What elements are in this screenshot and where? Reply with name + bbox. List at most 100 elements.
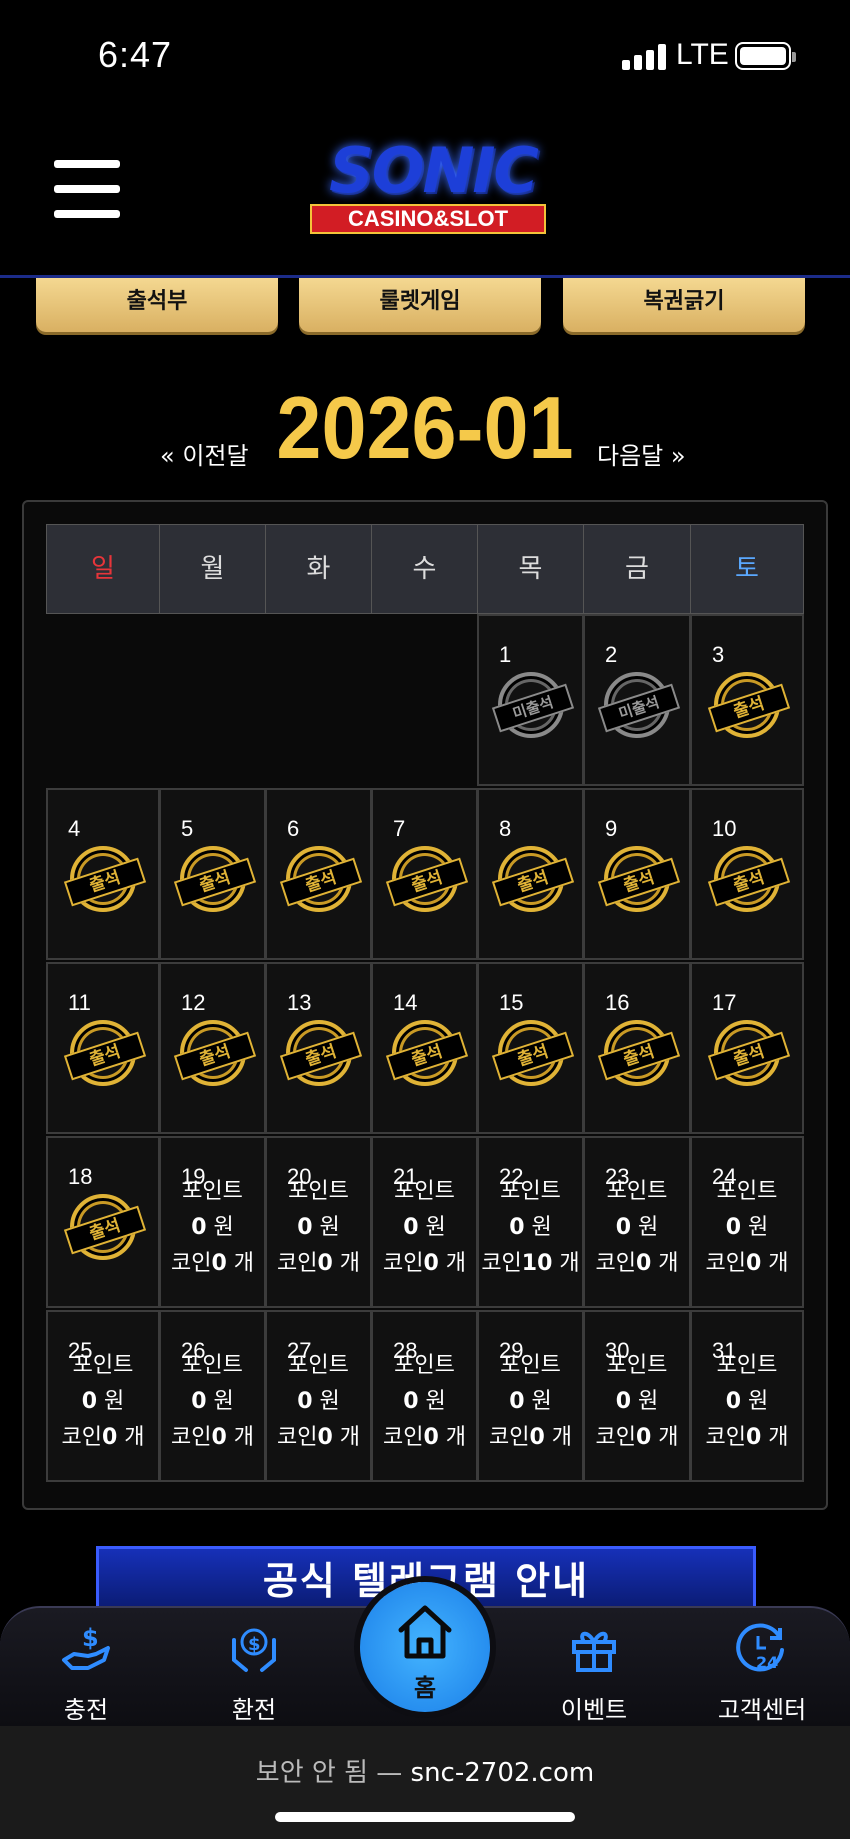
coin-label: 코인 bbox=[170, 1251, 212, 1276]
nav-support[interactable]: 24 고객센터 bbox=[702, 1620, 822, 1725]
coin-line: 코인10 개 bbox=[479, 1246, 582, 1282]
calendar-day-cell[interactable]: 5 출석 bbox=[159, 788, 266, 960]
home-indicator[interactable] bbox=[275, 1812, 575, 1822]
prev-month-link[interactable]: « 이전달 bbox=[160, 436, 249, 471]
calendar-day-cell[interactable]: 22 포인트 0 원 코인10 개 bbox=[477, 1136, 584, 1308]
point-label: 포인트 bbox=[182, 1179, 243, 1204]
calendar-day-cell[interactable]: 27 포인트 0 원 코인0 개 bbox=[265, 1310, 372, 1482]
insecure-label: 보안 안 됨 — bbox=[255, 1758, 403, 1788]
attendance-stamp-icon: 출석 bbox=[491, 1020, 574, 1086]
nav-event[interactable]: 이벤트 bbox=[534, 1620, 654, 1725]
day-number: 6 bbox=[287, 816, 300, 841]
weekday-header: 금 bbox=[583, 524, 691, 614]
calendar-day-cell[interactable]: 26 포인트 0 원 코인0 개 bbox=[159, 1310, 266, 1482]
coin-label: 코인 bbox=[382, 1425, 424, 1450]
reward-info: 포인트 0 원 코인0 개 bbox=[267, 1348, 370, 1456]
day-number: 13 bbox=[287, 990, 312, 1015]
calendar-day-cell[interactable]: 4 출석 bbox=[46, 788, 160, 960]
coin-label: 코인 bbox=[61, 1425, 102, 1450]
point-label: 포인트 bbox=[500, 1179, 561, 1204]
point-value-line: 0 원 bbox=[373, 1384, 476, 1420]
count-unit: 개 bbox=[233, 1425, 255, 1450]
attendance-stamp-icon: 출석 bbox=[279, 846, 362, 912]
won-unit: 원 bbox=[104, 1389, 125, 1414]
coin-line: 코인0 개 bbox=[161, 1246, 264, 1282]
calendar-day-cell[interactable]: 14 출석 bbox=[371, 962, 478, 1134]
calendar-day-cell[interactable]: 24 포인트 0 원 코인0 개 bbox=[690, 1136, 804, 1308]
point-value: 0 bbox=[81, 1389, 98, 1414]
point-value-line: 0 원 bbox=[161, 1210, 264, 1246]
calendar-day-cell[interactable]: 11 출석 bbox=[46, 962, 160, 1134]
absent-stamp-icon: 미출석 bbox=[597, 672, 681, 738]
svg-text:$: $ bbox=[82, 1624, 99, 1652]
coin-label: 코인 bbox=[595, 1425, 636, 1450]
calendar-day-cell[interactable]: 15 출석 bbox=[477, 962, 584, 1134]
point-line: 포인트 bbox=[585, 1174, 689, 1210]
coin-label: 코인 bbox=[481, 1251, 522, 1276]
point-label: 포인트 bbox=[716, 1179, 778, 1204]
day-number: 8 bbox=[499, 816, 512, 841]
coin-label: 코인 bbox=[170, 1425, 212, 1450]
nav-deposit[interactable]: $ 충전 bbox=[26, 1620, 146, 1725]
attendance-button[interactable]: 출석부 bbox=[36, 278, 278, 332]
calendar-day-cell[interactable]: 20 포인트 0 원 코인0 개 bbox=[265, 1136, 372, 1308]
calendar-day-cell[interactable]: 6 출석 bbox=[265, 788, 372, 960]
stamp-label: 출석 bbox=[173, 1031, 256, 1081]
calendar-day-cell[interactable]: 16 출석 bbox=[583, 962, 691, 1134]
calendar-day-cell[interactable]: 25 포인트 0 원 코인0 개 bbox=[46, 1310, 160, 1482]
stamp-label: 출석 bbox=[279, 1031, 362, 1081]
won-unit: 원 bbox=[425, 1389, 446, 1414]
point-line: 포인트 bbox=[585, 1348, 689, 1384]
calendar-day-cell[interactable]: 23 포인트 0 원 코인0 개 bbox=[583, 1136, 691, 1308]
calendar-day-cell[interactable]: 1 미출석 bbox=[477, 614, 584, 786]
calendar-day-cell[interactable]: 9 출석 bbox=[583, 788, 691, 960]
stamp-label: 출석 bbox=[385, 1031, 468, 1081]
coin-value: 0 bbox=[317, 1425, 333, 1450]
point-value-line: 0 원 bbox=[585, 1384, 689, 1420]
coin-line: 코인0 개 bbox=[267, 1246, 370, 1282]
point-line: 포인트 bbox=[161, 1348, 264, 1384]
calendar-day-cell[interactable]: 31 포인트 0 원 코인0 개 bbox=[690, 1310, 804, 1482]
coin-line: 코인0 개 bbox=[48, 1420, 158, 1456]
calendar-day-cell[interactable]: 13 출석 bbox=[265, 962, 372, 1134]
withdraw-icon: $ bbox=[232, 1628, 276, 1672]
point-value: 0 bbox=[191, 1389, 207, 1414]
calendar-day-cell[interactable]: 21 포인트 0 원 코인0 개 bbox=[371, 1136, 478, 1308]
lottery-button[interactable]: 복권긁기 bbox=[563, 278, 805, 332]
point-value-line: 0 원 bbox=[692, 1210, 802, 1246]
calendar-day-cell[interactable]: 17 출석 bbox=[690, 962, 804, 1134]
attendance-stamp-icon: 출석 bbox=[63, 846, 147, 912]
calendar-day-cell[interactable]: 18 출석 bbox=[46, 1136, 160, 1308]
next-month-link[interactable]: 다음달 » bbox=[597, 436, 686, 471]
coin-line: 코인0 개 bbox=[373, 1246, 476, 1282]
calendar-day-cell[interactable]: 29 포인트 0 원 코인0 개 bbox=[477, 1310, 584, 1482]
calendar-day-cell[interactable]: 2 미출석 bbox=[583, 614, 691, 786]
coin-line: 코인0 개 bbox=[585, 1420, 689, 1456]
point-line: 포인트 bbox=[479, 1348, 582, 1384]
attendance-stamp-icon: 출석 bbox=[707, 1020, 791, 1086]
nav-home[interactable]: 홈 bbox=[360, 1582, 490, 1712]
calendar-day-cell[interactable]: 3 출석 bbox=[690, 614, 804, 786]
point-value: 0 bbox=[403, 1389, 419, 1414]
nav-withdraw[interactable]: $ 환전 bbox=[194, 1620, 314, 1725]
calendar-day-cell[interactable]: 12 출석 bbox=[159, 962, 266, 1134]
calendar-day-cell[interactable]: 8 출석 bbox=[477, 788, 584, 960]
address-field[interactable]: 보안 안 됨 — snc-2702.com bbox=[0, 1752, 850, 1789]
calendar-day-cell[interactable]: 19 포인트 0 원 코인0 개 bbox=[159, 1136, 266, 1308]
attendance-stamp-icon: 출석 bbox=[491, 846, 574, 912]
day-number: 18 bbox=[68, 1164, 93, 1189]
site-logo[interactable]: SONIC CASINO&SLOT bbox=[286, 136, 576, 244]
stamp-label: 출석 bbox=[597, 1031, 681, 1081]
calendar-day-cell[interactable]: 7 출석 bbox=[371, 788, 478, 960]
weekday-header: 월 bbox=[159, 524, 266, 614]
won-unit: 원 bbox=[319, 1389, 340, 1414]
calendar-day-cell[interactable]: 30 포인트 0 원 코인0 개 bbox=[583, 1310, 691, 1482]
point-value: 0 bbox=[297, 1215, 313, 1240]
calendar-day-cell[interactable]: 28 포인트 0 원 코인0 개 bbox=[371, 1310, 478, 1482]
calendar-day-cell[interactable]: 10 출석 bbox=[690, 788, 804, 960]
coin-value: 0 bbox=[745, 1251, 762, 1276]
coin-line: 코인0 개 bbox=[479, 1420, 582, 1456]
roulette-button[interactable]: 룰렛게임 bbox=[299, 278, 541, 332]
hamburger-menu-icon[interactable] bbox=[54, 160, 120, 218]
won-unit: 원 bbox=[638, 1389, 659, 1414]
